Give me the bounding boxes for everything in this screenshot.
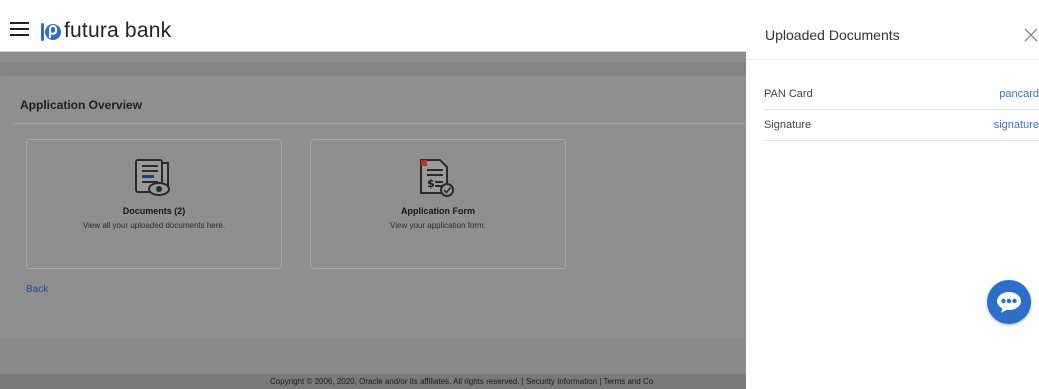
documents-card-description: View all your uploaded documents here. (82, 221, 226, 230)
brand-name[interactable]: futura bank (64, 19, 171, 43)
page-title: Application Overview (20, 98, 143, 112)
document-link-signature[interactable]: signature (994, 119, 1039, 131)
divider (14, 123, 746, 124)
sub-header-bar (0, 62, 746, 76)
chat-button[interactable] (987, 280, 1031, 324)
document-label: Signature (764, 119, 812, 131)
application-overview-panel: Application Overview Documents (2) View … (6, 77, 746, 338)
application-form-card[interactable]: $ Application Form View your application… (310, 139, 566, 269)
document-view-icon (135, 159, 170, 196)
application-form-card-title: Application Form (401, 206, 475, 216)
footer: Copyright © 2006, 2020, Oracle and/or it… (0, 374, 746, 389)
document-row-pan-card: PAN Card pancard (764, 81, 1039, 110)
main-content: Application Overview Documents (2) View … (0, 52, 746, 389)
uploaded-documents-panel: Uploaded Documents PAN Card pancard Sign… (746, 0, 1039, 389)
document-link-pancard[interactable]: pancard (999, 88, 1039, 100)
application-form-icon: $ (420, 159, 454, 197)
document-label: PAN Card (764, 88, 813, 100)
chat-icon (997, 292, 1021, 313)
divider (746, 59, 1039, 60)
documents-card[interactable]: Documents (2) View all your uploaded doc… (26, 139, 282, 269)
menu-icon[interactable] (10, 22, 32, 40)
back-link[interactable]: Back (26, 284, 48, 295)
copyright-text: Copyright © 2006, 2020, Oracle and/or it… (270, 377, 654, 386)
document-row-signature: Signature signature (764, 112, 1039, 141)
footer-band (0, 338, 746, 374)
futura-logo-icon (41, 23, 61, 41)
app-header: futura bank (0, 0, 746, 52)
documents-card-title: Documents (2) (122, 206, 186, 216)
panel-title: Uploaded Documents (765, 27, 900, 43)
application-form-card-description: View your application form. (390, 221, 486, 230)
close-icon[interactable] (1023, 27, 1039, 43)
svg-text:$: $ (427, 177, 435, 190)
